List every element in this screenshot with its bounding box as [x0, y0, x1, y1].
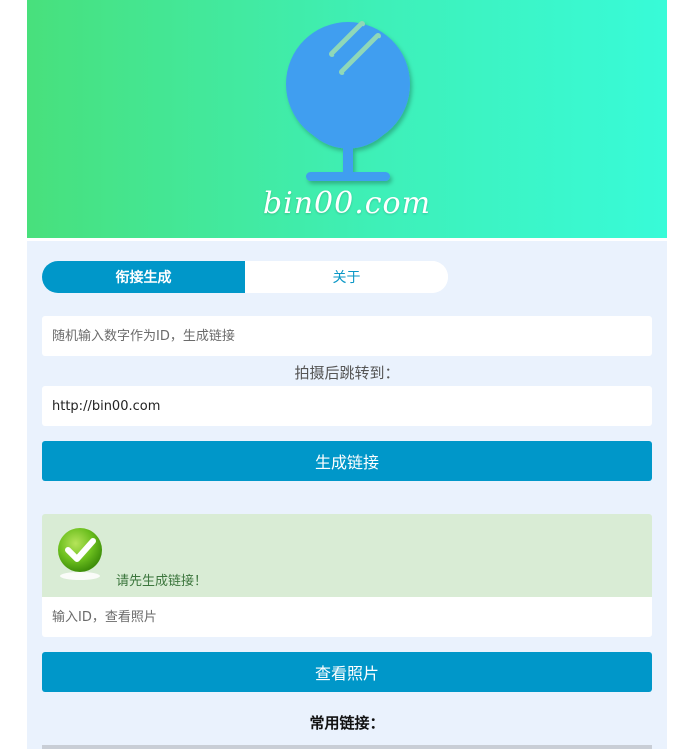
tab-about[interactable]: 关于 [245, 261, 448, 293]
brand-name: bin00.com [262, 186, 432, 221]
view-id-input[interactable] [42, 597, 652, 637]
alert-message: 请先生成链接！ [116, 574, 208, 589]
redirect-label: 拍摄后跳转到： [294, 364, 400, 382]
id-input[interactable] [42, 316, 652, 356]
links-divider [42, 745, 652, 749]
tab-bar: 衔接生成 关于 [42, 261, 448, 293]
mirror-icon [286, 21, 410, 181]
generate-link-button[interactable]: 生成链接 [42, 441, 652, 481]
check-icon [58, 528, 102, 580]
redirect-url-input[interactable] [42, 386, 652, 426]
common-links-heading: 常用链接： [309, 714, 385, 732]
tab-link-generate[interactable]: 衔接生成 [42, 261, 245, 293]
header-banner: bin00.com [27, 0, 667, 238]
view-photos-button[interactable]: 查看照片 [42, 652, 652, 692]
page-container: bin00.com 衔接生成 关于 拍摄后跳转到： 生成链接 请先生成链接！ 查… [27, 0, 667, 749]
status-alert: 请先生成链接！ [42, 514, 652, 597]
banner-divider [27, 238, 667, 241]
